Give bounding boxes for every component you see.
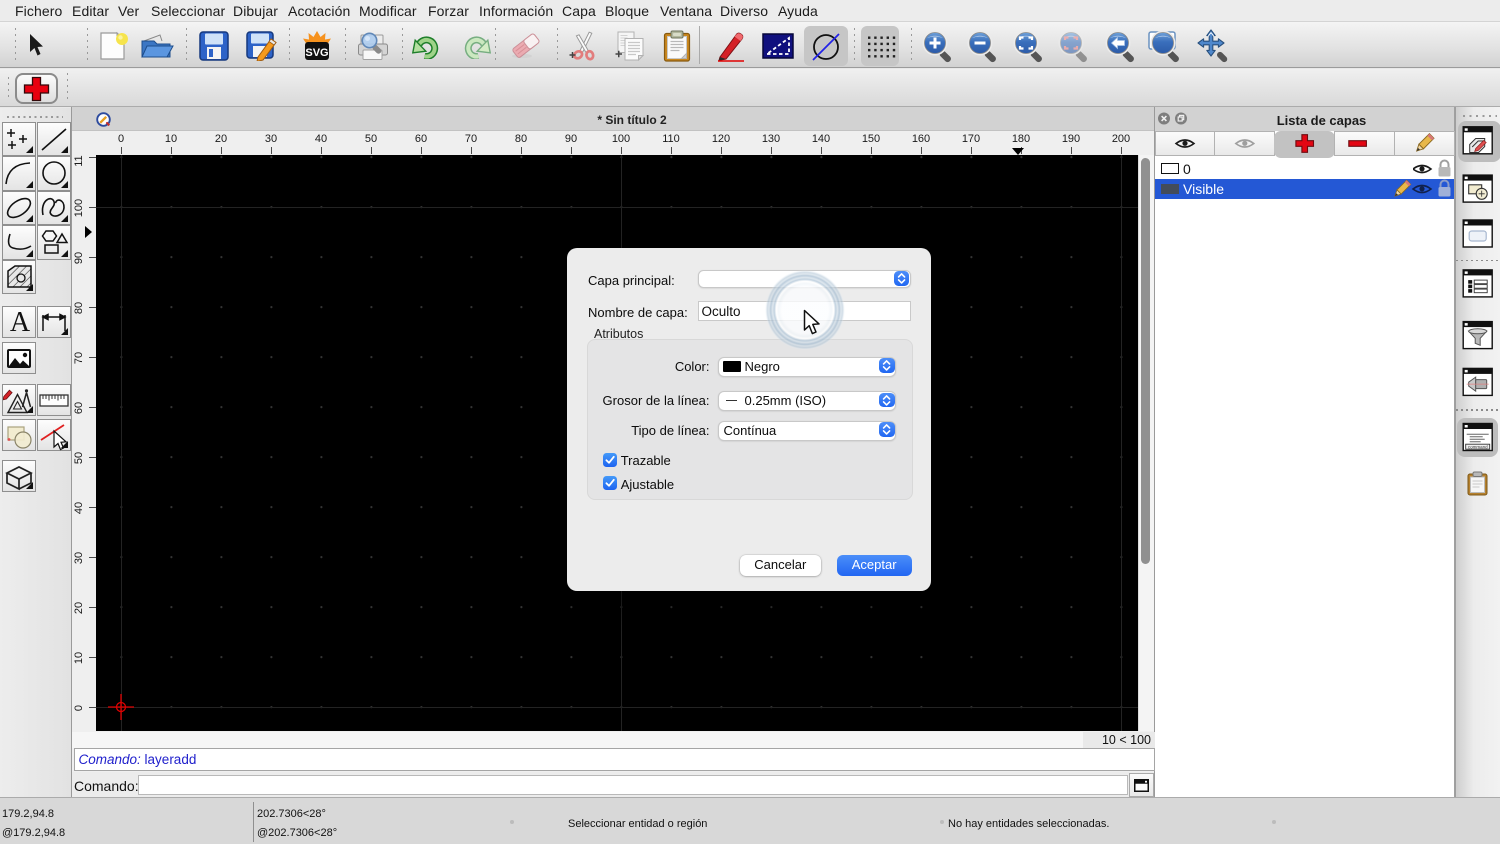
svg-text:SVG: SVG (305, 47, 328, 59)
svg-text:command: command (1468, 445, 1488, 450)
